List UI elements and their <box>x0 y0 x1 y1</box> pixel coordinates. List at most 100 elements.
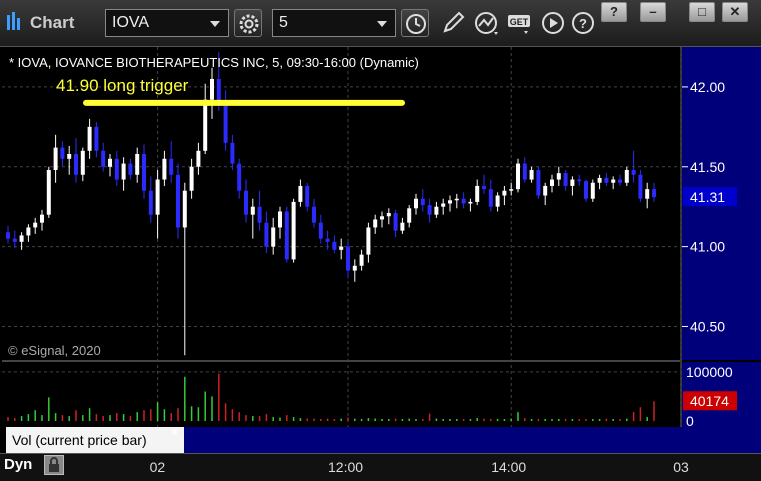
window-minimize-button[interactable]: – <box>640 2 666 22</box>
volume-bar <box>306 418 308 421</box>
volume-bar <box>469 419 472 421</box>
volume-bar <box>34 410 36 421</box>
volume-bar <box>462 419 465 421</box>
window-maximize-button[interactable]: □ <box>689 2 715 22</box>
volume-bar <box>190 406 193 421</box>
candle-body <box>488 189 493 207</box>
volume-bar <box>231 409 234 421</box>
volume-bar <box>129 416 132 421</box>
chart-header: * IOVA, IOVANCE BIOTHERAPEUTICS INC, 5, … <box>9 55 419 70</box>
candle-body <box>60 147 65 159</box>
candle-body <box>420 198 425 206</box>
candle-body <box>244 190 248 215</box>
chevron-down-icon[interactable] <box>377 21 387 27</box>
dynamic-mode-label[interactable]: Dyn <box>4 456 32 473</box>
candle-body <box>386 213 391 217</box>
volume-bar <box>218 373 220 421</box>
volume-bar <box>442 419 444 421</box>
candle-body <box>556 173 561 180</box>
volume-bar <box>184 376 186 421</box>
candle-body <box>624 169 629 183</box>
volume-bar <box>598 419 601 421</box>
volume-bar <box>517 412 519 421</box>
candle-body <box>46 169 51 215</box>
volume-bar <box>299 418 302 421</box>
interval-combo[interactable]: 5 <box>272 9 396 37</box>
window-help-button[interactable]: ? <box>601 2 627 22</box>
volume-bar <box>48 397 50 421</box>
volume-bar <box>102 416 104 421</box>
candle-body <box>101 150 106 167</box>
lock-icon[interactable] <box>44 455 64 475</box>
candle-body <box>652 189 656 198</box>
candle-body <box>108 158 112 167</box>
pencil-icon[interactable] <box>437 9 467 37</box>
candle-body <box>67 153 72 159</box>
volume-bar <box>75 410 77 421</box>
volume-bar <box>476 418 478 421</box>
volume-bar <box>122 414 125 421</box>
candle-body <box>12 238 17 242</box>
volume-bar <box>320 419 322 421</box>
settings-gear-icon[interactable] <box>234 9 262 37</box>
volume-bar <box>61 415 64 421</box>
candle-body <box>40 214 44 223</box>
volume-bar <box>653 401 655 421</box>
volume-tick-label: 100000 <box>686 364 733 380</box>
volume-bar <box>381 419 383 421</box>
volume-bar <box>551 419 553 421</box>
help-icon[interactable]: ? <box>569 9 599 37</box>
volume-bar <box>456 419 458 421</box>
candle-body <box>346 246 350 271</box>
chevron-down-icon[interactable] <box>210 21 220 27</box>
candle-body <box>128 163 133 175</box>
volume-bar <box>612 419 614 421</box>
volume-bar <box>340 418 342 421</box>
get-icon[interactable]: GET <box>505 9 535 37</box>
candle-body <box>332 241 337 250</box>
close-icon[interactable]: × <box>171 425 178 439</box>
candle-body <box>19 235 24 242</box>
line-chart-icon[interactable] <box>472 9 502 37</box>
candle-body <box>278 211 282 228</box>
candle-body <box>454 198 459 201</box>
volume-bar <box>313 418 315 421</box>
volume-bar <box>360 419 363 421</box>
candle-body <box>482 185 486 190</box>
volume-study-label[interactable]: Vol (current price bar) <box>6 427 184 453</box>
price-chart[interactable]: 41.90 long trigger 42.00 41.50 41.00 40.50 4… <box>0 47 761 453</box>
symbol-combo[interactable]: IOVA <box>105 9 229 37</box>
candle-body <box>176 174 180 228</box>
volume-bar <box>41 415 43 421</box>
volume-bar <box>422 419 424 421</box>
candle-body <box>590 182 595 199</box>
volume-bar <box>408 418 410 421</box>
volume-bar <box>564 419 567 421</box>
candle-body <box>257 206 262 223</box>
volume-bar <box>156 402 159 421</box>
candle-body <box>325 238 330 242</box>
candle-body <box>250 206 255 215</box>
volume-bar <box>585 419 587 421</box>
volume-bar <box>619 419 621 421</box>
candle-body <box>135 153 140 175</box>
candle-body <box>271 227 276 247</box>
time-axis[interactable] <box>0 453 761 481</box>
candle-body <box>359 254 364 266</box>
long-trigger-label: 41.90 long trigger <box>56 76 189 95</box>
candle-body <box>550 179 554 186</box>
candle-body <box>597 177 602 183</box>
window-close-button[interactable]: ✕ <box>722 2 748 22</box>
candle-body <box>148 190 153 215</box>
candle-body <box>448 200 452 204</box>
candle-body <box>427 205 432 215</box>
candle-body <box>611 179 616 183</box>
volume-bar <box>211 396 213 421</box>
clock-icon[interactable] <box>401 9 429 37</box>
candle-body <box>114 158 119 180</box>
play-icon[interactable] <box>539 9 569 37</box>
candle-body <box>414 198 418 209</box>
volume-bar <box>374 418 376 421</box>
candle-body <box>638 174 643 199</box>
volume-bar <box>558 419 560 421</box>
